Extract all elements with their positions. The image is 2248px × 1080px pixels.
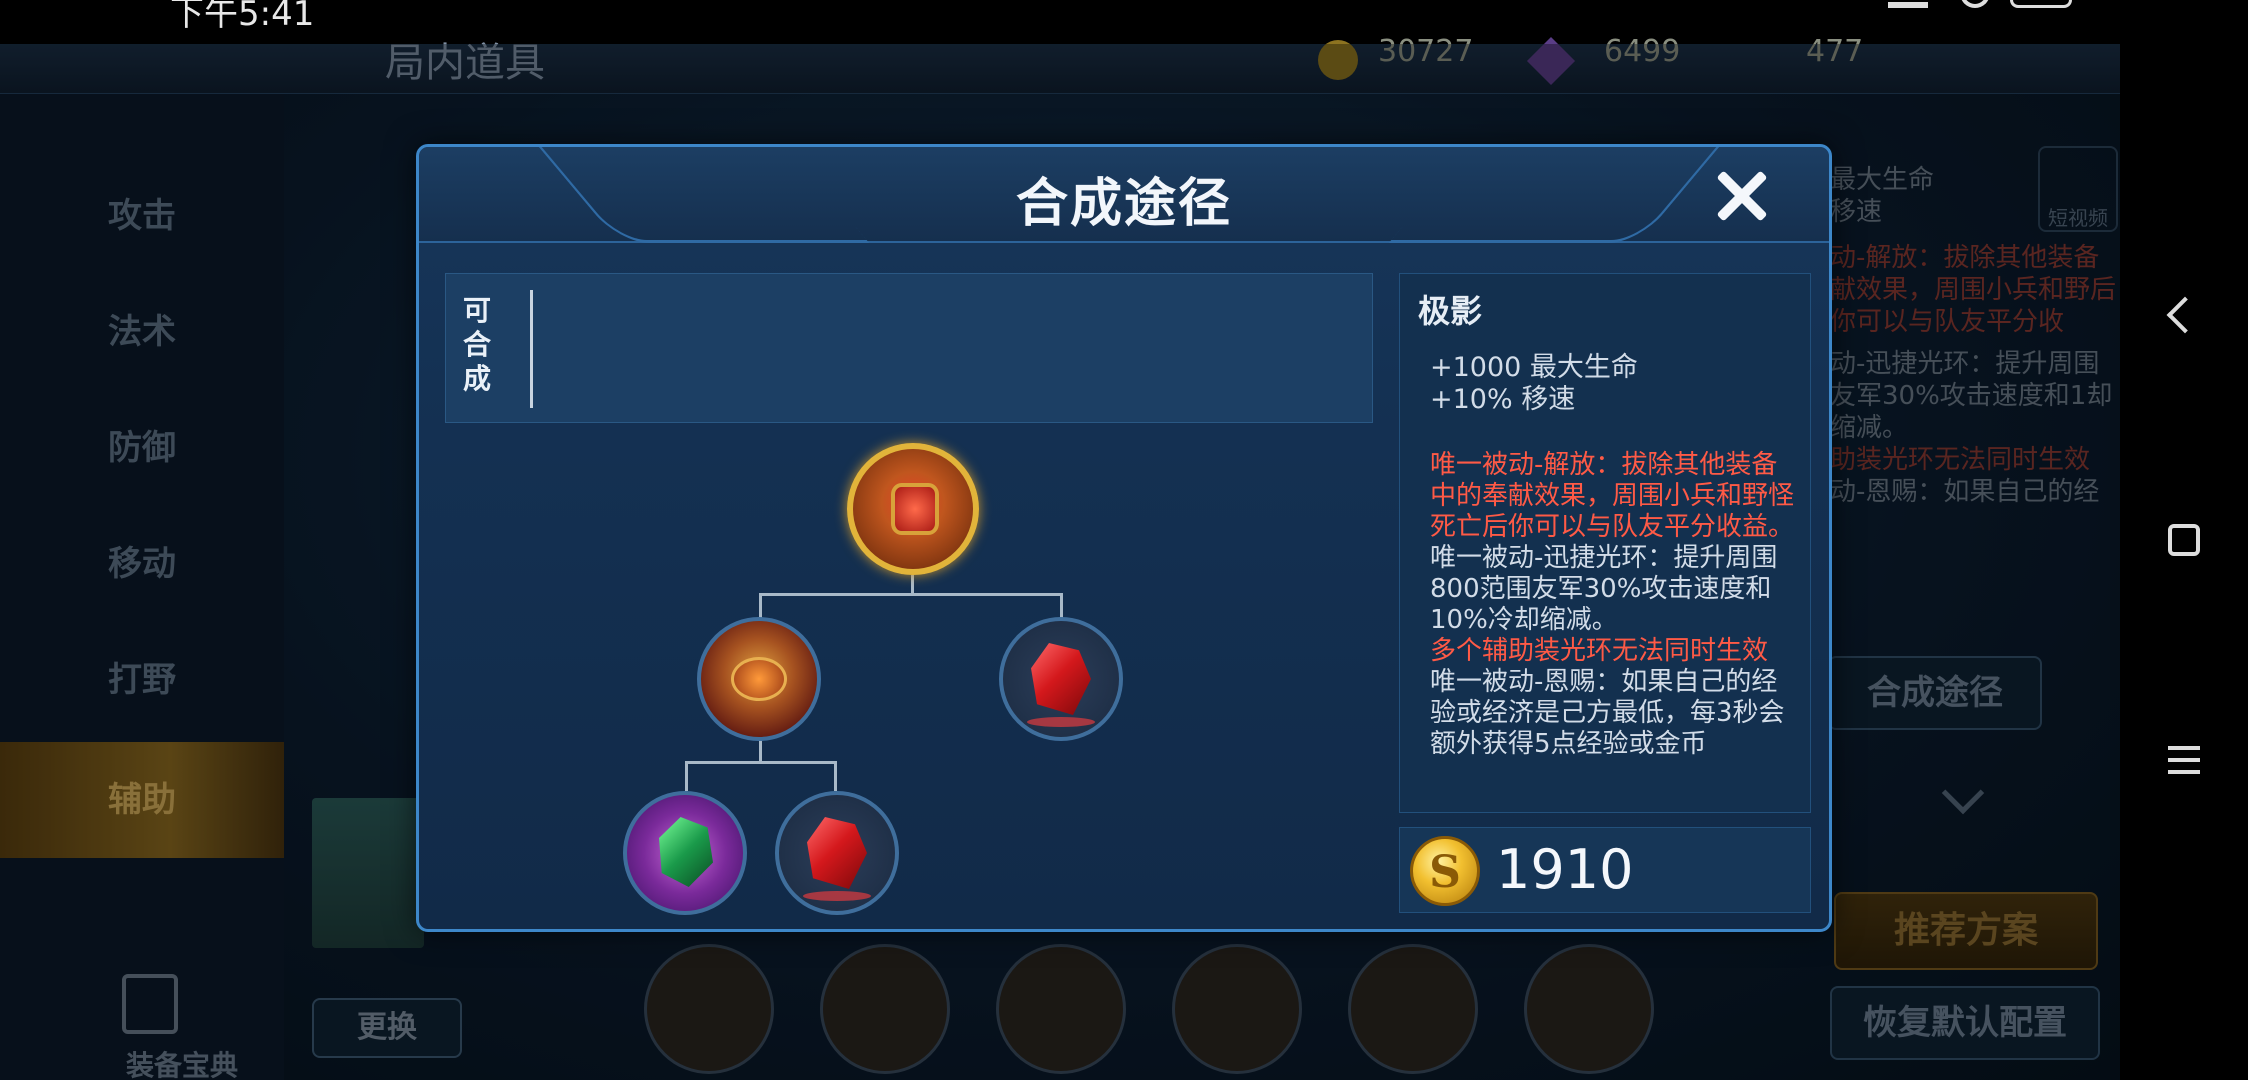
price-box: 1910 bbox=[1399, 827, 1811, 913]
item-name: 极影 bbox=[1418, 292, 1483, 330]
jiying-item-icon[interactable] bbox=[847, 443, 979, 575]
dialog-header: 合成途径 bbox=[419, 147, 1829, 243]
passive-text: 唯一被动-解放：拔除其他装备中的奉献效果，周围小兵和野怪死亡后你可以与队友平分收… bbox=[1430, 450, 1795, 542]
tree-connector bbox=[911, 575, 914, 595]
item-stats: +1000 最大生命 +10% 移速 bbox=[1430, 352, 1638, 416]
tree-connector bbox=[685, 761, 837, 764]
passive-text: 多个辅助装光环无法同时生效 bbox=[1430, 636, 1769, 666]
battery-icon bbox=[2010, 0, 2072, 8]
divider bbox=[530, 290, 533, 408]
ruby-item-icon[interactable] bbox=[775, 791, 899, 915]
craft-path-dialog: 合成途径 可合成 极影 +1000 最大生命 +10% 移速 唯一被动-解放：拔… bbox=[416, 144, 1832, 932]
item-price: 1910 bbox=[1496, 838, 1634, 901]
tree-connector bbox=[1060, 593, 1063, 619]
craftable-list: 可合成 bbox=[445, 273, 1373, 423]
clock: 下午5:41 bbox=[170, 0, 315, 34]
gold-coin-icon bbox=[1410, 836, 1480, 906]
craftable-label: 可合成 bbox=[462, 294, 491, 395]
ruby-item-icon[interactable] bbox=[999, 617, 1123, 741]
red-amulet-item-icon[interactable] bbox=[697, 617, 821, 741]
passive-text: 唯一被动-迅捷光环：提升周围800范围友军30%攻击速度和10%冷却缩减。 bbox=[1430, 543, 1778, 635]
stat-line: +10% 移速 bbox=[1430, 384, 1576, 415]
signal-icon bbox=[1888, 0, 1928, 8]
system-nav-bar bbox=[2120, 44, 2248, 1080]
dialog-title: 合成途径 bbox=[1015, 174, 1232, 234]
tree-connector bbox=[759, 741, 762, 763]
close-icon[interactable] bbox=[1709, 163, 1773, 227]
home-icon[interactable] bbox=[2168, 524, 2200, 556]
item-description: 极影 +1000 最大生命 +10% 移速 唯一被动-解放：拔除其他装备中的奉献… bbox=[1399, 273, 1811, 813]
passive-text: 唯一被动-恩赐：如果自己的经验或经济是己方最低，每3秒会额外获得5点经验或金币 bbox=[1430, 667, 1785, 759]
status-bar: 下午5:41 bbox=[0, 0, 2248, 44]
green-crystal-item-icon[interactable] bbox=[623, 791, 747, 915]
tree-connector bbox=[834, 761, 837, 791]
tree-connector bbox=[759, 593, 762, 619]
recents-icon[interactable] bbox=[2168, 746, 2200, 774]
item-passives: 唯一被动-解放：拔除其他装备中的奉献效果，周围小兵和野怪死亡后你可以与队友平分收… bbox=[1430, 450, 1798, 760]
wifi-icon bbox=[1960, 0, 1990, 8]
stat-line: +1000 最大生命 bbox=[1430, 352, 1638, 383]
tree-connector bbox=[685, 761, 688, 791]
tree-connector bbox=[759, 593, 1063, 596]
